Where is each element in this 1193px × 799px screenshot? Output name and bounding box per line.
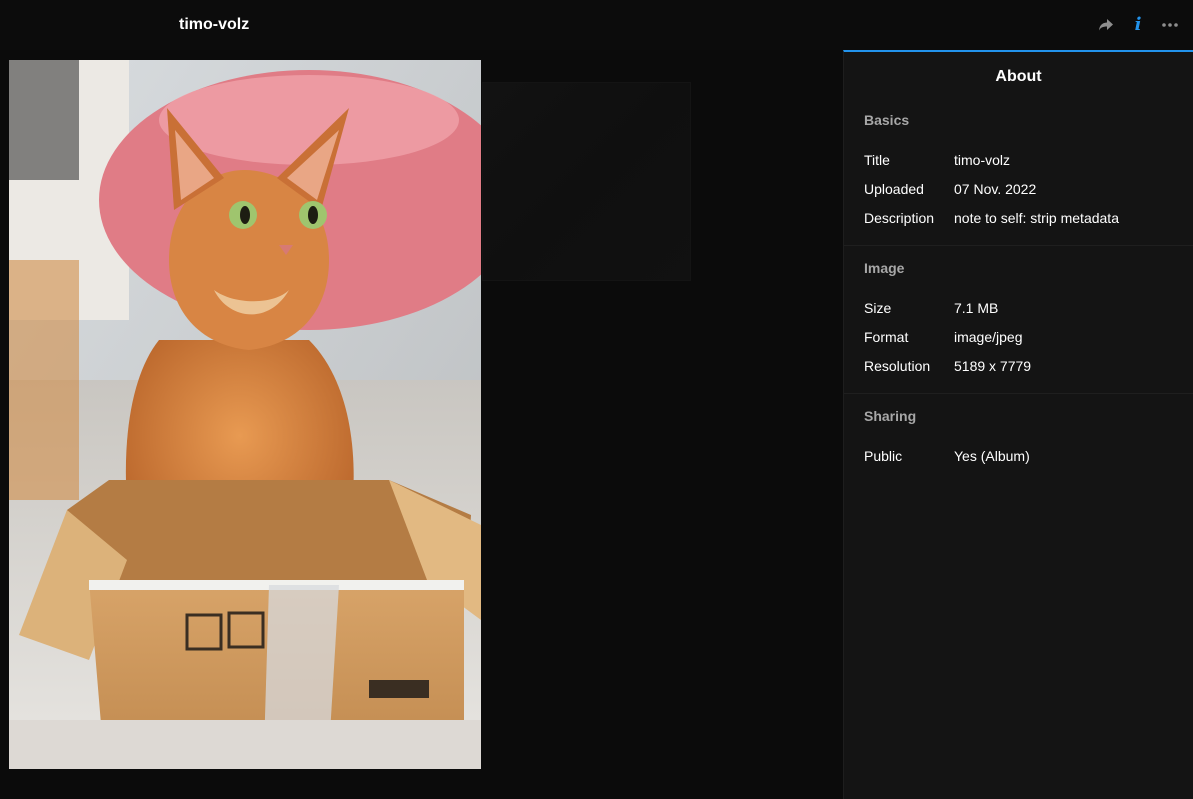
next-photo-preview	[482, 82, 691, 281]
basics-row-description: Description note to self: strip metadata	[844, 210, 1193, 239]
image-heading: Image	[864, 260, 905, 276]
row-key: Size	[864, 300, 892, 316]
basics-row-title: Title timo-volz	[844, 152, 1193, 181]
row-value: Yes (Album)	[954, 448, 1030, 464]
row-key: Uploaded	[864, 181, 924, 197]
basics-row-uploaded: Uploaded 07 Nov. 2022	[844, 181, 1193, 210]
row-value: 07 Nov. 2022	[954, 181, 1037, 197]
info-icon[interactable]: i	[1129, 16, 1147, 34]
row-key: Description	[864, 210, 935, 226]
photo-stage	[0, 50, 843, 799]
photo-image	[9, 60, 481, 769]
more-icon[interactable]	[1161, 16, 1179, 34]
row-value: 7.1 MB	[954, 300, 999, 316]
image-row-format: Format image/jpeg	[844, 329, 1193, 358]
row-key: Public	[864, 448, 903, 464]
header-actions: i	[1097, 14, 1179, 36]
basics-section: Basics Title timo-volz Uploaded 07 Nov. …	[844, 112, 1193, 245]
image-row-size: Size 7.1 MB	[844, 300, 1193, 329]
basics-heading: Basics	[864, 112, 910, 128]
sharing-row-public: Public Yes (Album)	[844, 448, 1193, 477]
row-value: timo-volz	[954, 152, 1011, 168]
image-section: Image Size 7.1 MB Format image/jpeg Reso…	[844, 245, 1193, 393]
sharing-heading: Sharing	[864, 408, 917, 424]
about-heading: About	[995, 68, 1042, 85]
row-key: Format	[864, 329, 909, 345]
image-row-resolution: Resolution 5189 x 7779	[844, 358, 1193, 387]
photo-title: timo-volz	[179, 16, 250, 33]
top-bar: timo-volz i	[0, 0, 1193, 50]
share-icon[interactable]	[1097, 16, 1115, 34]
row-value: note to self: strip metadata	[954, 210, 1119, 226]
row-key: Title	[864, 152, 890, 168]
row-value: 5189 x 7779	[954, 358, 1032, 374]
about-panel: About Basics Title timo-volz Uploaded 07…	[843, 50, 1193, 799]
row-key: Resolution	[864, 358, 931, 374]
row-value: image/jpeg	[954, 329, 1023, 345]
sharing-section: Sharing Public Yes (Album)	[844, 393, 1193, 477]
